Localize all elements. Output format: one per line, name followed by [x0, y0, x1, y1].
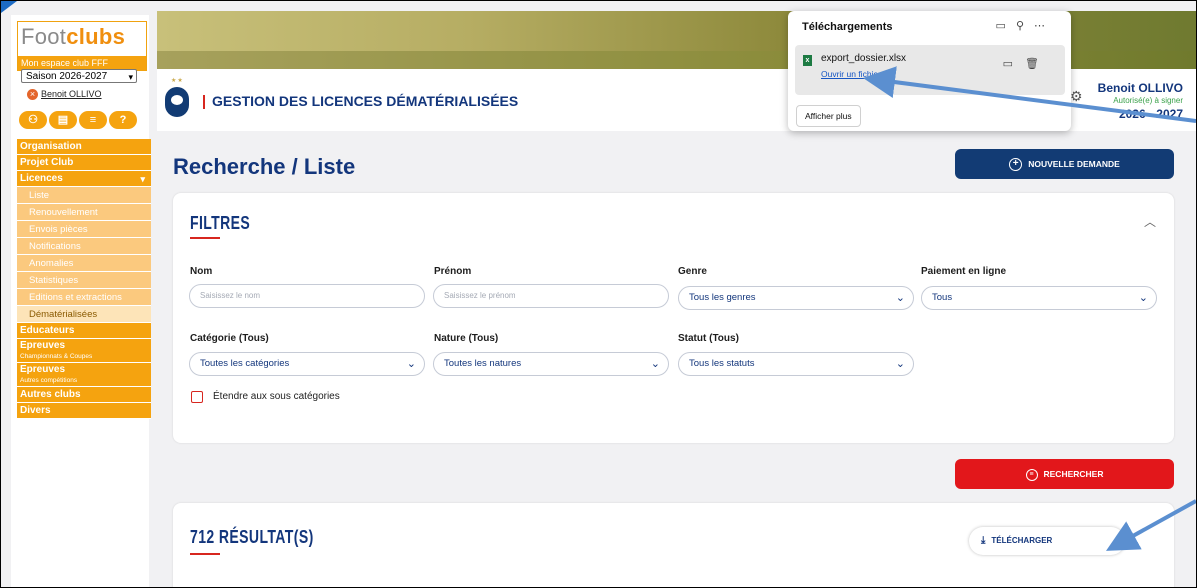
sidebar-subitem[interactable]: Envois pièces [17, 221, 151, 238]
chevron-down-icon: ⌄ [895, 358, 905, 370]
sidebar-item-divers[interactable]: Divers [17, 403, 151, 419]
downloads-panel: Téléchargements ▭⚲⋯ x export_dossier.xls… [788, 11, 1071, 131]
statut-value: Tous les statuts [689, 358, 755, 369]
paiement-value: Tous [932, 292, 953, 303]
sidebar-item-educateurs[interactable]: Educateurs [17, 323, 151, 339]
header-user-name[interactable]: Benoit OLLIVO [1098, 81, 1183, 95]
header-season: 2026 - 2027 [1118, 107, 1183, 121]
download-icon: ⤓ [981, 535, 986, 546]
download-item[interactable]: x export_dossier.xlsx Ouvrir un fichier … [795, 45, 1065, 95]
sidebar-subitem[interactable]: Statistiques [17, 272, 151, 289]
sidebar-subitem[interactable]: Editions et extractions [17, 289, 151, 306]
sidebar-subitem[interactable]: Liste [17, 187, 151, 204]
extend-subcategories-label[interactable]: Étendre aux sous catégories [213, 391, 340, 402]
footclubs-logo[interactable]: Footclubs Mon espace club FFF [17, 21, 147, 71]
prenom-label: Prénom [434, 266, 472, 277]
folder-icon[interactable]: ▭ [1003, 58, 1025, 70]
downloads-toolbar: ▭⚲⋯ [996, 19, 1055, 32]
nom-input[interactable]: Saisissez le nom [189, 284, 425, 308]
sidebar: Footclubs Mon espace club FFF Saison 202… [11, 15, 151, 587]
users-icon[interactable]: ⚇ [19, 111, 47, 129]
search-icon: ≡ [1025, 468, 1038, 481]
fff-logo[interactable] [165, 87, 189, 117]
help-icon[interactable]: ? [109, 111, 137, 129]
nature-select[interactable]: Toutes les natures ⌄ [433, 352, 669, 376]
filters-card: FILTRES ︿ [173, 193, 1174, 443]
genre-label: Genre [678, 266, 707, 277]
categorie-value: Toutes les catégories [200, 358, 290, 369]
new-request-button[interactable]: + NOUVELLE DEMANDE [955, 149, 1174, 179]
search-button[interactable]: ≡ RECHERCHER [955, 459, 1174, 489]
chevron-down-icon: ▾ [128, 72, 133, 82]
sidebar-menu: Organisation Projet Club Licences ▾ Liste Ren… [17, 139, 151, 419]
nom-label: Nom [190, 266, 213, 277]
title-separator [203, 95, 205, 109]
logo-text: Footclubs [21, 24, 126, 49]
open-file-link[interactable]: Ouvrir un fichier [821, 69, 881, 79]
sidebar-item-licences[interactable]: Licences ▾ [17, 171, 151, 187]
sidebar-item-organisation[interactable]: Organisation [17, 139, 151, 155]
document-icon[interactable]: ▤ [49, 111, 77, 129]
chevron-down-icon: ⌄ [650, 358, 660, 370]
downloads-title: Téléchargements [802, 21, 893, 33]
nature-label: Nature (Tous) [434, 333, 499, 344]
nature-value: Toutes les natures [444, 358, 522, 369]
stars-icon: ★★ [171, 78, 184, 84]
sidebar-subitem[interactable]: Anomalies [17, 255, 151, 272]
search-icon[interactable]: ⚲ [1016, 20, 1034, 32]
header-user-role: Autorisé(e) à signer [1113, 96, 1183, 105]
download-item-actions: ▭🗑 [1003, 57, 1051, 70]
season-value: Saison 2026-2027 [26, 71, 108, 82]
sidebar-subitem[interactable]: Dématérialisées [17, 306, 151, 323]
logo-tagline: Mon espace club FFF [18, 56, 146, 70]
statut-label: Statut (Tous) [678, 333, 739, 344]
gear-icon[interactable]: ⚙ [1070, 88, 1083, 105]
sidebar-item-autres-clubs[interactable]: Autres clubs [17, 387, 151, 403]
sidebar-user-link[interactable]: × Benoit OLLIVO [27, 89, 102, 100]
chevron-down-icon: ▾ [140, 174, 145, 184]
prenom-input[interactable]: Saisissez le prénom [433, 284, 669, 308]
logout-icon[interactable]: × [27, 89, 38, 100]
statut-select[interactable]: Tous les statuts ⌄ [678, 352, 914, 376]
page-title: Recherche / Liste [173, 154, 356, 179]
sidebar-item-epreuves[interactable]: Epreuves Championnats & Coupes [17, 339, 151, 363]
corner-marker [1, 1, 17, 13]
chevron-up-icon[interactable]: ︿ [1144, 213, 1156, 230]
categorie-label: Catégorie (Tous) [190, 333, 269, 344]
list-icon[interactable]: ≡ [79, 111, 107, 129]
paiement-select[interactable]: Tous ⌄ [921, 286, 1157, 310]
season-select[interactable]: Saison 2026-2027 ▾ [21, 69, 137, 83]
title-underline [190, 237, 220, 239]
categorie-select[interactable]: Toutes les catégories ⌄ [189, 352, 425, 376]
trash-icon[interactable]: 🗑 [1025, 58, 1051, 70]
paiement-label: Paiement en ligne [921, 266, 1007, 277]
quick-icons: ⚇ ▤ ≡ ? [19, 111, 137, 129]
sidebar-subitem[interactable]: Renouvellement [17, 204, 151, 221]
title-underline [190, 553, 220, 555]
app-title: GESTION DES LICENCES DÉMATÉRIALISÉES [212, 93, 519, 109]
sidebar-subitem[interactable]: Notifications [17, 238, 151, 255]
sidebar-item-projet-club[interactable]: Projet Club [17, 155, 151, 171]
download-file-name: export_dossier.xlsx [821, 53, 907, 64]
chevron-down-icon: ⌄ [406, 358, 416, 370]
folder-icon[interactable]: ▭ [996, 20, 1016, 32]
chevron-down-icon: ⌄ [1138, 292, 1148, 304]
genre-select[interactable]: Tous les genres ⌄ [678, 286, 914, 310]
excel-file-icon: x [803, 55, 812, 66]
show-more-button[interactable]: Afficher plus [796, 105, 861, 127]
extend-subcategories-checkbox[interactable] [191, 391, 203, 403]
sidebar-item-epreuves[interactable]: Epreuves Autres compétitions [17, 363, 151, 387]
app-frame: Footclubs Mon espace club FFF Saison 202… [0, 0, 1197, 588]
genre-value: Tous les genres [689, 292, 756, 303]
download-button[interactable]: ⤓ TÉLÉCHARGER [969, 527, 1125, 555]
plus-circle-icon: + [1009, 158, 1023, 172]
more-icon[interactable]: ⋯ [1034, 20, 1055, 32]
filters-title: FILTRES [190, 213, 251, 233]
results-title: 712 RÉSULTAT(S) [190, 527, 314, 547]
chevron-down-icon: ⌄ [895, 292, 905, 304]
